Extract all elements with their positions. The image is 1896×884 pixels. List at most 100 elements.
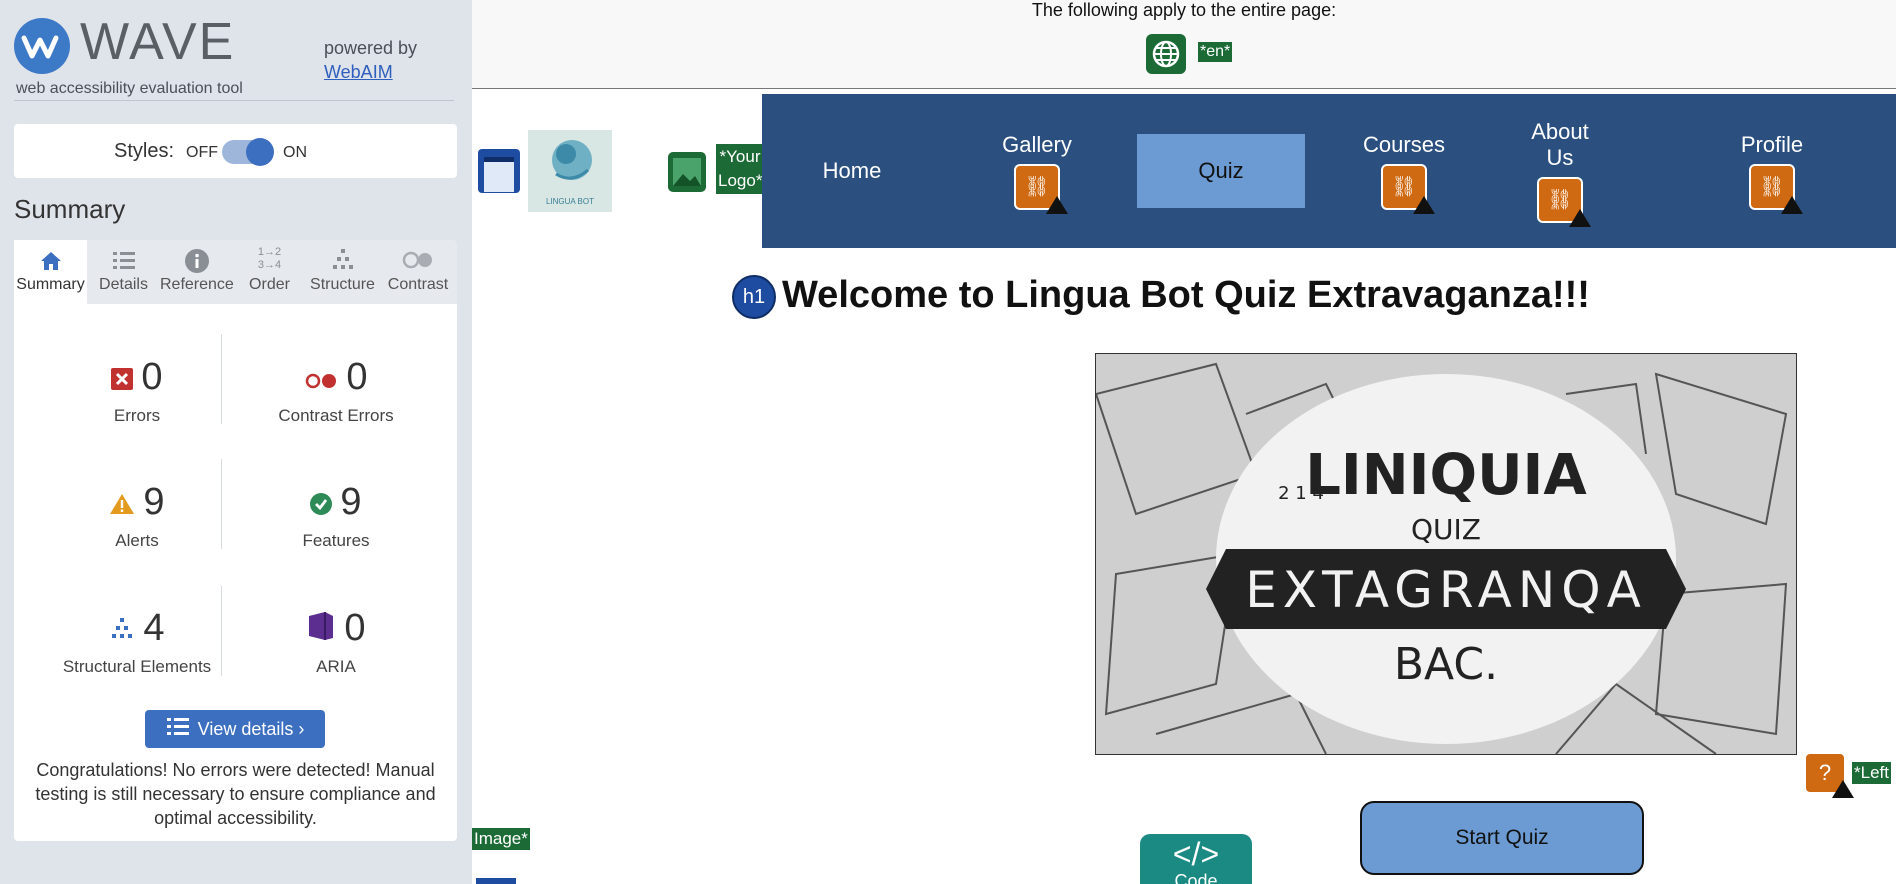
- alerts-stat: 9 Alerts: [37, 481, 237, 551]
- tab-order[interactable]: 1→2 3→4 Order: [233, 240, 306, 304]
- main-nav: Home Gallery ⛓ Quiz Courses ⛓ About Us ⛓…: [762, 94, 1896, 248]
- header-landmark-icon[interactable]: [478, 149, 520, 193]
- structure-icon: [306, 240, 379, 276]
- alerts-label: Alerts: [115, 531, 159, 551]
- check-icon: [310, 482, 333, 525]
- nav-courses[interactable]: Courses ⛓: [1314, 132, 1494, 214]
- hero-quiz-line: QUIZ: [1411, 513, 1481, 546]
- tab-label: Reference: [160, 276, 234, 293]
- divider: [221, 459, 222, 549]
- nav-home[interactable]: Home: [762, 94, 942, 248]
- nav-profile[interactable]: Profile ⛓: [1682, 132, 1862, 214]
- nav-gallery-label: Gallery: [1002, 132, 1072, 157]
- wave-logo-text: WAVE: [80, 13, 236, 71]
- tab-label: Contrast: [387, 276, 449, 293]
- link-alert-icon[interactable]: ⛓: [1014, 164, 1068, 214]
- panel-tabs: Summary Details Reference 1→2 3→4 Order S…: [14, 240, 457, 306]
- styles-card: Styles: OFF ON: [14, 124, 457, 178]
- list-icon: [166, 711, 190, 749]
- nav-about-label: About Us: [1531, 119, 1589, 170]
- nav-quiz-label: Quiz: [1198, 158, 1244, 183]
- error-icon: [111, 357, 134, 400]
- landmark-icon[interactable]: [476, 878, 516, 884]
- aria-label: ARIA: [316, 657, 356, 677]
- alerts-count: 9: [143, 481, 165, 523]
- view-details-label: View details ›: [197, 719, 305, 739]
- link-alert-icon[interactable]: ⛓: [1749, 164, 1803, 214]
- summary-heading: Summary: [14, 194, 126, 224]
- contrast-errors-stat: 0 Contrast Errors: [236, 356, 436, 426]
- wave-logo-icon: [14, 18, 70, 74]
- tab-summary[interactable]: Summary: [14, 240, 87, 306]
- tab-label: Summary: [16, 276, 85, 293]
- image-label: Image*: [472, 828, 530, 850]
- warning-triangle-icon: [1413, 196, 1435, 214]
- warning-triangle-icon: [1569, 209, 1591, 227]
- tab-reference[interactable]: Reference: [160, 240, 234, 304]
- structure-icon: [109, 608, 135, 651]
- tab-details[interactable]: Details: [87, 240, 160, 304]
- link-alert-icon[interactable]: ⛓: [1537, 177, 1591, 227]
- code-glyph: </>: [1172, 836, 1220, 872]
- start-quiz-button[interactable]: Start Quiz: [1360, 801, 1644, 875]
- structural-count: 4: [143, 607, 165, 649]
- structural-stat: 4 Structural Elements: [37, 607, 237, 677]
- tab-label: Structure: [310, 276, 375, 293]
- link-alert-icon[interactable]: ⛓: [1381, 164, 1435, 214]
- hero-title-line: LINIQUIA: [1305, 443, 1587, 508]
- errors-count: 0: [141, 356, 163, 398]
- aria-count: 0: [344, 607, 366, 649]
- h1-icon[interactable]: h1: [732, 274, 776, 319]
- structural-label: Structural Elements: [62, 657, 212, 677]
- styles-off-label: OFF: [186, 144, 218, 161]
- logo-alt-label: *Your Logo*: [716, 144, 764, 194]
- globe-icon[interactable]: [1146, 34, 1186, 74]
- alert-glyph: ?: [1818, 760, 1832, 785]
- contrast-error-icon: [304, 357, 338, 400]
- order-icon: 1→2 3→4: [257, 246, 282, 271]
- errors-label: Errors: [113, 406, 161, 426]
- page-level-panel: The following apply to the entire page: …: [472, 0, 1896, 89]
- page-heading: h1 Welcome to Lingua Bot Quiz Extravaganz…: [732, 274, 1590, 319]
- info-icon: [160, 240, 233, 276]
- hero-number: 2 1 4: [1278, 483, 1324, 504]
- home-icon: [14, 240, 87, 276]
- view-details-button[interactable]: View details ›: [145, 710, 325, 748]
- nav-about-us[interactable]: About Us ⛓: [1510, 119, 1610, 227]
- image-icon[interactable]: [668, 152, 706, 192]
- tab-label: Order: [249, 276, 290, 293]
- nav-gallery[interactable]: Gallery ⛓: [947, 132, 1127, 214]
- nav-home-label: Home: [822, 158, 882, 183]
- brand-logo-text: LINGUA BOT: [545, 197, 594, 206]
- aria-icon: [306, 608, 336, 651]
- left-label: *Left: [1852, 762, 1891, 784]
- nav-quiz[interactable]: Quiz: [1137, 134, 1305, 208]
- features-count: 9: [340, 481, 362, 523]
- summary-panel: 0 Errors 0 Contrast Errors 9 Alerts 9 Fe…: [14, 304, 457, 841]
- divider: [14, 100, 454, 101]
- contrast-icon: [379, 240, 457, 276]
- aria-stat: 0 ARIA: [236, 607, 436, 677]
- nav-profile-label: Profile: [1740, 132, 1804, 157]
- divider: [221, 334, 222, 424]
- list-icon: [87, 240, 160, 276]
- alert-icon: [109, 482, 135, 525]
- features-stat: 9 Features: [236, 481, 436, 551]
- code-label: Code: [1174, 871, 1218, 884]
- errors-stat: 0 Errors: [37, 356, 237, 426]
- language-label: *en*: [1198, 42, 1233, 62]
- code-icon[interactable]: </> Code: [1140, 834, 1252, 884]
- tab-contrast[interactable]: Contrast: [379, 240, 457, 304]
- webaim-link[interactable]: WebAIM: [324, 60, 417, 84]
- styles-toggle[interactable]: [222, 138, 274, 166]
- wave-sidebar: WAVE web accessibility evaluation tool p…: [0, 0, 472, 884]
- toggle-knob: [246, 138, 274, 166]
- styles-label: Styles:: [114, 140, 175, 162]
- tab-structure[interactable]: Structure: [306, 240, 379, 304]
- hero-bottom-line: BAC.: [1394, 639, 1498, 690]
- alert-question-icon[interactable]: ?: [1804, 752, 1854, 798]
- powered-by: powered by WebAIM: [324, 36, 417, 84]
- contrast-errors-label: Contrast Errors: [278, 406, 394, 426]
- page-heading-text: Welcome to Lingua Bot Quiz Extravaganza!…: [782, 274, 1590, 316]
- nav-courses-label: Courses: [1363, 132, 1445, 157]
